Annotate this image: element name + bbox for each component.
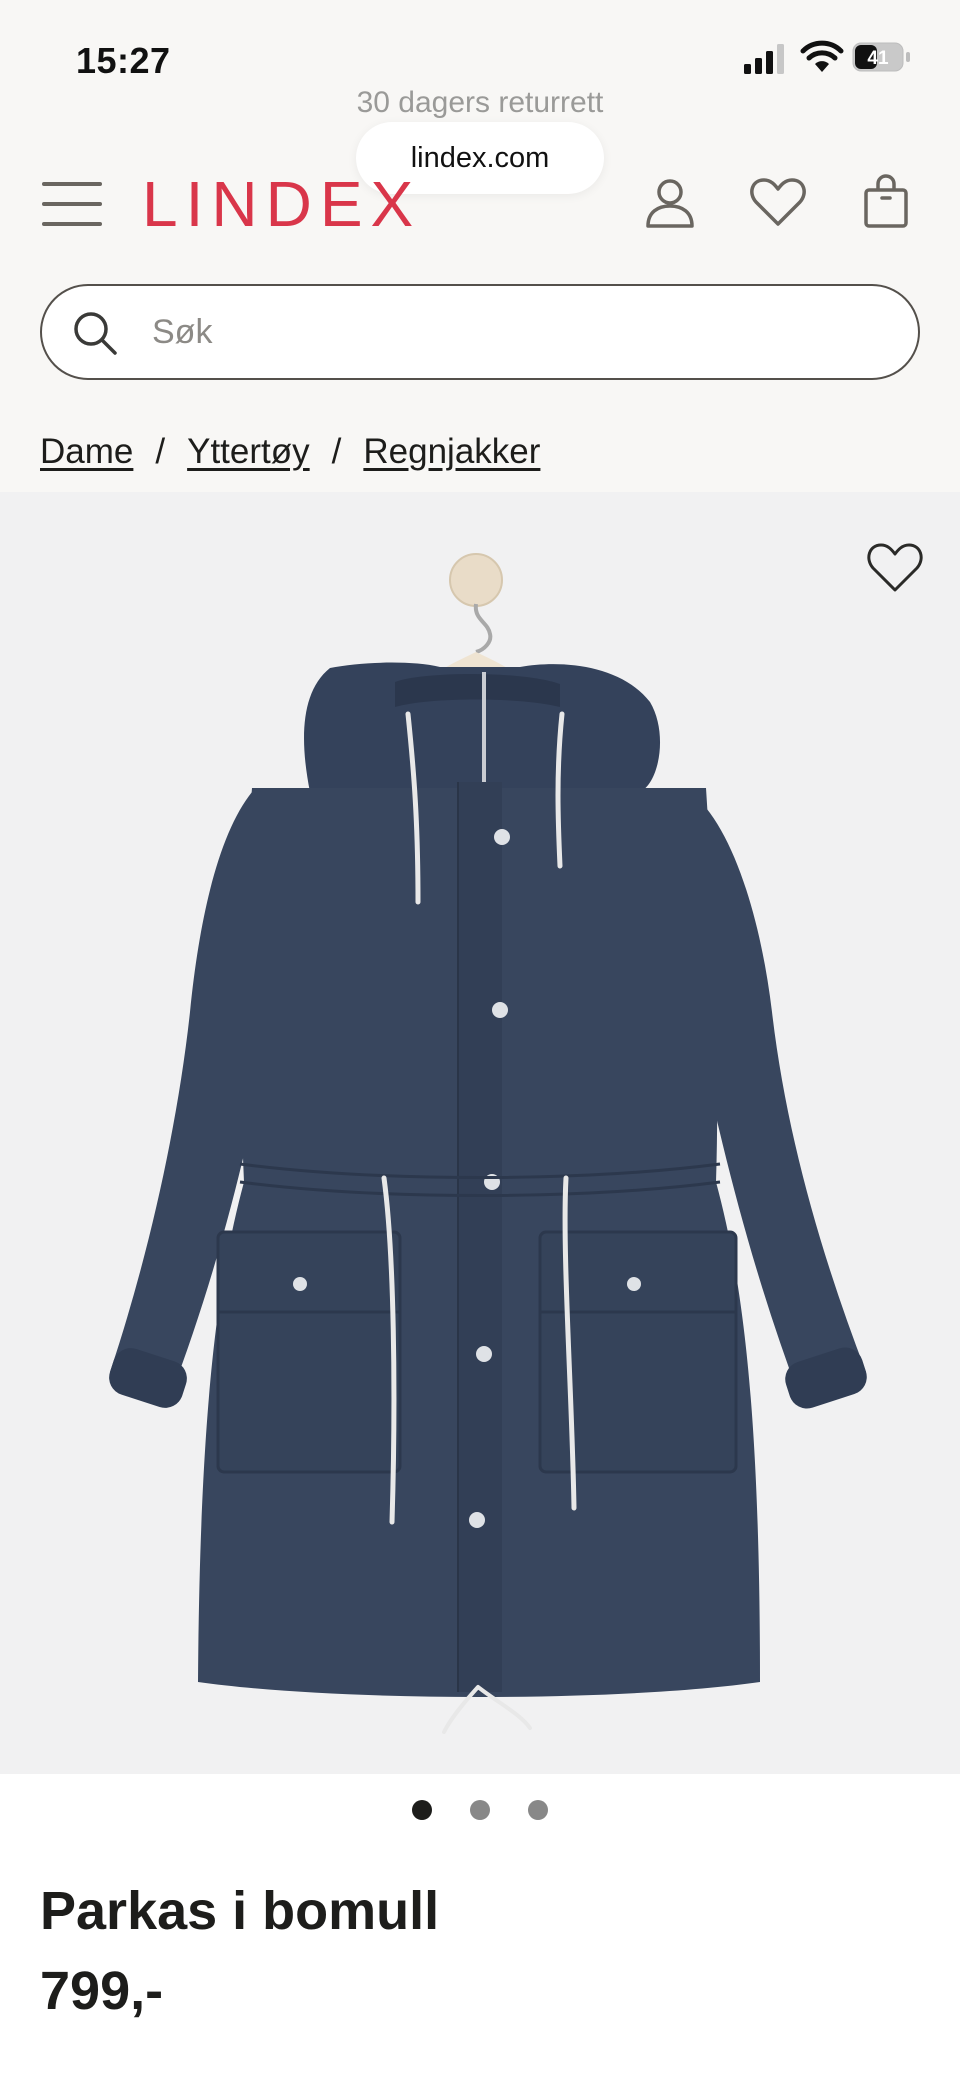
breadcrumb-item-dame[interactable]: Dame — [40, 432, 133, 472]
add-to-wishlist-icon[interactable] — [866, 540, 924, 594]
pagination-dot-1[interactable] — [412, 1800, 432, 1820]
search-bar[interactable] — [40, 284, 920, 380]
wifi-icon — [800, 40, 844, 72]
product-image[interactable] — [0, 492, 960, 1774]
image-pagination — [0, 1800, 960, 1820]
breadcrumb: Dame / Yttertøy / Regnjakker — [40, 432, 540, 472]
breadcrumb-item-yttertoy[interactable]: Yttertøy — [187, 432, 310, 472]
product-price: 799,- — [40, 1961, 164, 2021]
pagination-dot-2[interactable] — [470, 1800, 490, 1820]
breadcrumb-separator: / — [331, 432, 342, 471]
wishlist-icon[interactable] — [748, 172, 808, 232]
cellular-signal-icon — [744, 44, 784, 74]
battery-icon: 41 — [852, 42, 910, 72]
status-time: 15:27 — [76, 40, 171, 81]
pagination-dot-3[interactable] — [528, 1800, 548, 1820]
search-input[interactable] — [152, 304, 872, 360]
product-title: Parkas i bomull — [40, 1881, 440, 1941]
shopping-bag-icon[interactable] — [856, 172, 916, 232]
parka-illustration — [109, 553, 867, 1734]
product-page: 15:27 41 30 dagers returrett lindex.com … — [0, 0, 960, 2078]
breadcrumb-separator: / — [155, 432, 166, 471]
breadcrumb-item-regnjakker[interactable]: Regnjakker — [363, 432, 540, 472]
account-icon[interactable] — [640, 172, 700, 232]
promo-banner: 30 dagers returrett — [356, 86, 604, 119]
brand-logo[interactable]: LINDEX — [142, 168, 421, 240]
battery-level-text: 41 — [867, 48, 889, 69]
menu-icon[interactable] — [42, 180, 102, 228]
search-icon — [74, 312, 117, 355]
